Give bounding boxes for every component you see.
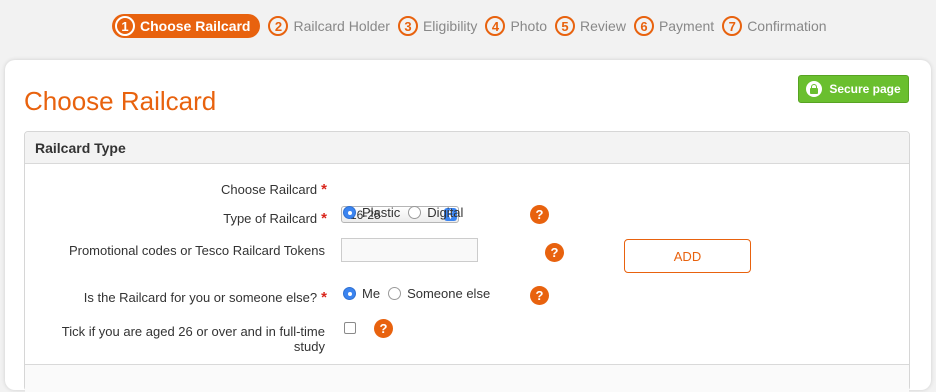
step-railcard-holder[interactable]: 2 Railcard Holder (268, 16, 390, 36)
step-number: 4 (485, 16, 506, 36)
add-button[interactable]: ADD (624, 239, 751, 273)
step-label: Eligibility (422, 18, 478, 34)
step-label: Review (580, 18, 626, 34)
panel-divider (25, 364, 909, 392)
progress-stepper: 1 Choose Railcard 2 Railcard Holder 3 El… (112, 14, 835, 38)
student-checkbox[interactable] (344, 322, 356, 334)
railcard-type-panel: Railcard Type Choose Railcard * 16-25 ▲ ▼ … (24, 131, 910, 392)
choose-railcard-label-text: Choose Railcard (221, 182, 318, 197)
required-marker: * (321, 289, 327, 306)
step-number: 6 (633, 16, 654, 36)
step-label: Photo (510, 18, 548, 34)
help-icon[interactable]: ? (530, 286, 549, 305)
radio-me-label[interactable]: Me (362, 286, 380, 301)
step-label: Choose Railcard (140, 18, 251, 34)
step-choose-railcard[interactable]: 1 Choose Railcard (112, 14, 261, 38)
step-eligibility[interactable]: 3 Eligibility (397, 16, 478, 36)
help-icon[interactable]: ? (545, 243, 564, 262)
lock-icon (806, 81, 823, 97)
step-label: Confirmation (747, 18, 827, 34)
for-whom-label: Is the Railcard for you or someone else?… (84, 289, 327, 306)
choose-railcard-label: Choose Railcard * (221, 181, 327, 198)
panel-title: Railcard Type (25, 132, 909, 164)
radio-someone-else-label[interactable]: Someone else (407, 286, 490, 301)
help-icon[interactable]: ? (374, 319, 393, 338)
radio-digital-label[interactable]: Digital (427, 205, 463, 220)
student-label-line2: study (293, 339, 325, 354)
step-number: 1 (115, 16, 135, 36)
step-number: 5 (555, 16, 576, 36)
help-icon[interactable]: ? (530, 205, 549, 224)
main-card: Choose Railcard Secure page Railcard Typ… (5, 60, 931, 392)
radio-me[interactable] (343, 287, 356, 300)
type-of-railcard-label: Type of Railcard * (223, 210, 327, 227)
radio-digital[interactable] (408, 206, 422, 219)
type-of-railcard-label-text: Type of Railcard (223, 211, 318, 226)
required-marker: * (321, 181, 327, 198)
secure-page-label: Secure page (829, 82, 901, 96)
for-whom-label-text: Is the Railcard for you or someone else? (83, 290, 318, 305)
secure-page-badge[interactable]: Secure page (798, 75, 909, 103)
promo-code-input[interactable] (341, 238, 478, 262)
page-title: Choose Railcard (24, 86, 217, 116)
step-number: 3 (397, 16, 418, 36)
radio-plastic-label[interactable]: Plastic (362, 205, 400, 220)
step-label: Railcard Holder (293, 18, 390, 34)
radio-someone-else[interactable] (388, 287, 402, 300)
step-payment[interactable]: 6 Payment (633, 16, 715, 36)
step-label: Payment (658, 18, 715, 34)
student-label-line1: Tick if you are aged 26 or over and in f… (61, 324, 325, 339)
step-confirmation[interactable]: 7 Confirmation (722, 16, 827, 36)
railcard-type-radio-group: Plastic Digital (343, 205, 471, 220)
step-review[interactable]: 5 Review (555, 16, 626, 36)
for-whom-radio-group: Me Someone else (343, 286, 498, 301)
radio-plastic[interactable] (343, 206, 356, 219)
step-number: 7 (722, 16, 743, 36)
step-photo[interactable]: 4 Photo (485, 16, 547, 36)
promo-code-label: Promotional codes or Tesco Railcard Toke… (68, 243, 325, 258)
student-label: Tick if you are aged 26 or over and in f… (62, 324, 325, 354)
step-number: 2 (268, 16, 289, 36)
required-marker: * (321, 210, 327, 227)
